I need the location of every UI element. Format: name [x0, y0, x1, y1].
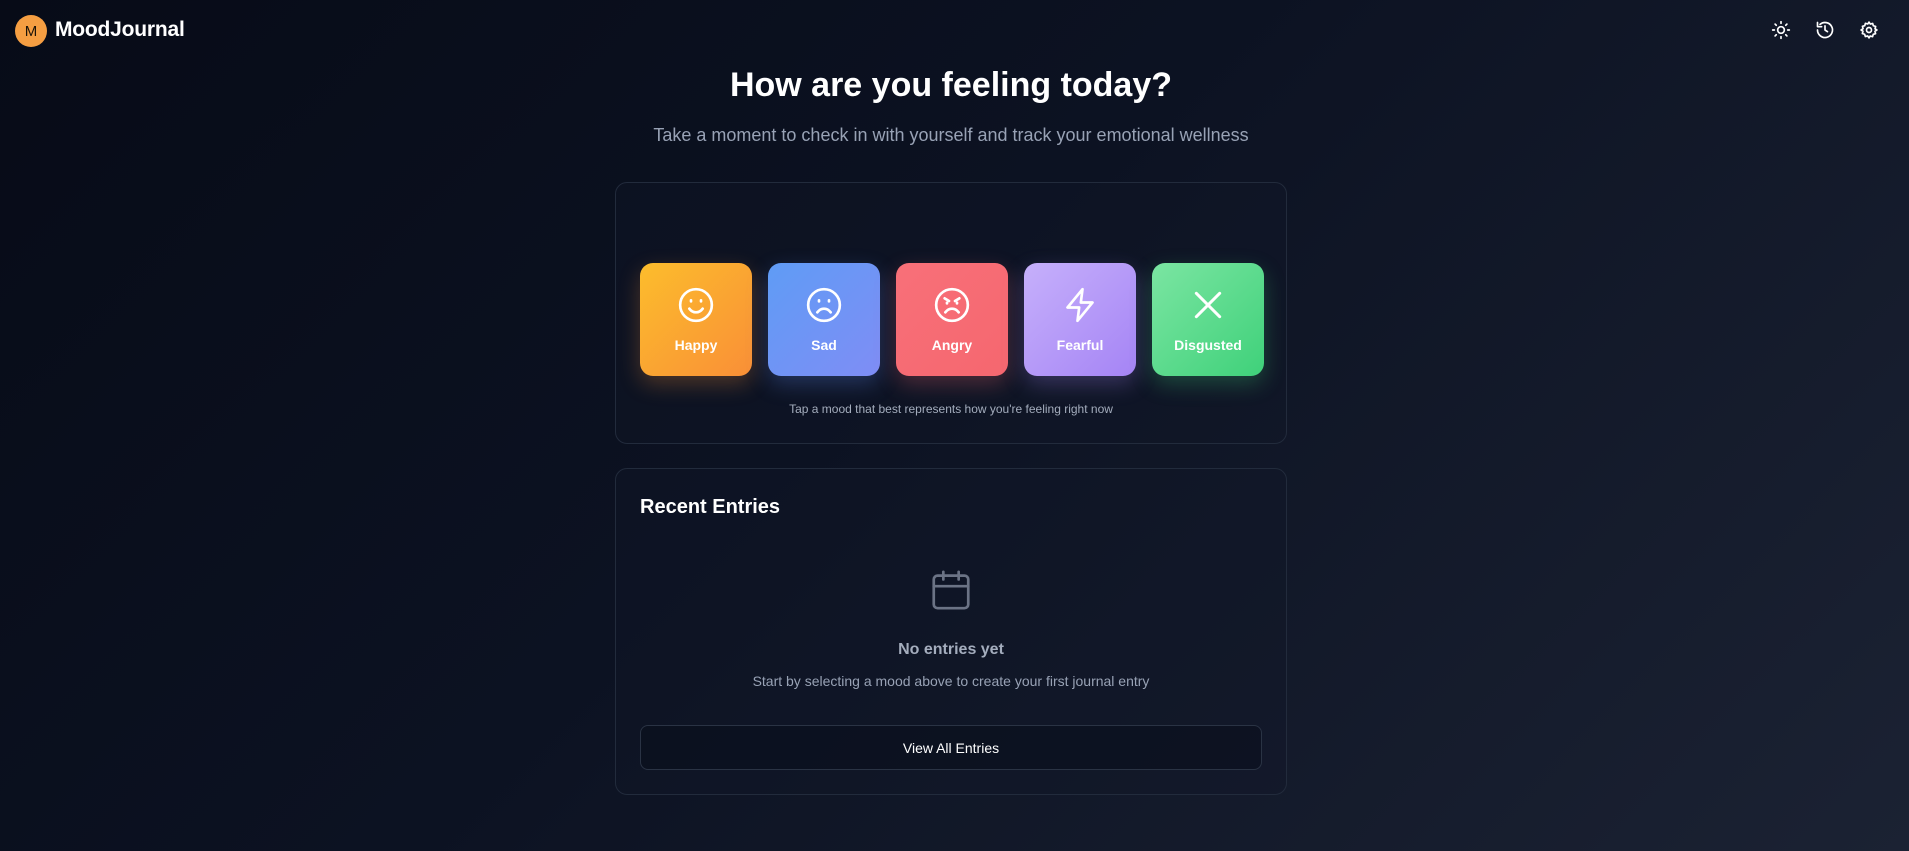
mood-label: Fearful [1056, 337, 1104, 353]
settings-button[interactable] [1854, 15, 1884, 45]
mood-label: Disgusted [1174, 337, 1242, 353]
smile-icon [678, 287, 714, 323]
app-header: M MoodJournal [0, 0, 1909, 60]
empty-state-subtitle: Start by selecting a mood above to creat… [752, 673, 1150, 689]
gear-icon [1860, 21, 1878, 39]
view-all-entries-button[interactable]: View All Entries [640, 725, 1262, 770]
mood-sad-button[interactable]: Sad [768, 263, 880, 376]
app-name[interactable]: MoodJournal [55, 18, 185, 42]
x-icon [1194, 291, 1222, 319]
recent-entries-card: Recent Entries No entries yet Start by s… [615, 468, 1287, 795]
page-subtitle: Take a moment to check in with yourself … [653, 125, 1249, 145]
recent-entries-title: Recent Entries [640, 496, 781, 518]
mood-label: Happy [674, 337, 718, 353]
mood-angry-button[interactable]: Angry [896, 263, 1008, 376]
mood-happy-button[interactable]: Happy [640, 263, 752, 376]
mood-fearful-button[interactable]: Fearful [1024, 263, 1136, 376]
sun-icon [1771, 20, 1791, 40]
angry-icon [934, 287, 970, 323]
logo-badge[interactable]: M [15, 15, 47, 47]
mood-hint: Tap a mood that best represents how you'… [789, 402, 1113, 416]
mood-disgusted-button[interactable]: Disgusted [1152, 263, 1264, 376]
mood-label: Angry [931, 337, 973, 353]
zap-icon [1066, 287, 1094, 323]
calendar-icon [932, 570, 970, 610]
empty-state-title: No entries yet [898, 641, 1004, 658]
history-button[interactable] [1810, 15, 1840, 45]
frown-icon [806, 287, 842, 323]
theme-toggle-button[interactable] [1766, 15, 1796, 45]
mood-label: Sad [811, 337, 837, 353]
mood-selector-card: Happy Sad Angry Fearful Disgusted Tap a … [615, 182, 1287, 444]
mood-options: Happy Sad Angry Fearful Disgusted [640, 263, 1264, 376]
history-icon [1816, 21, 1834, 39]
page-title: How are you feeling today? [729, 66, 1173, 104]
